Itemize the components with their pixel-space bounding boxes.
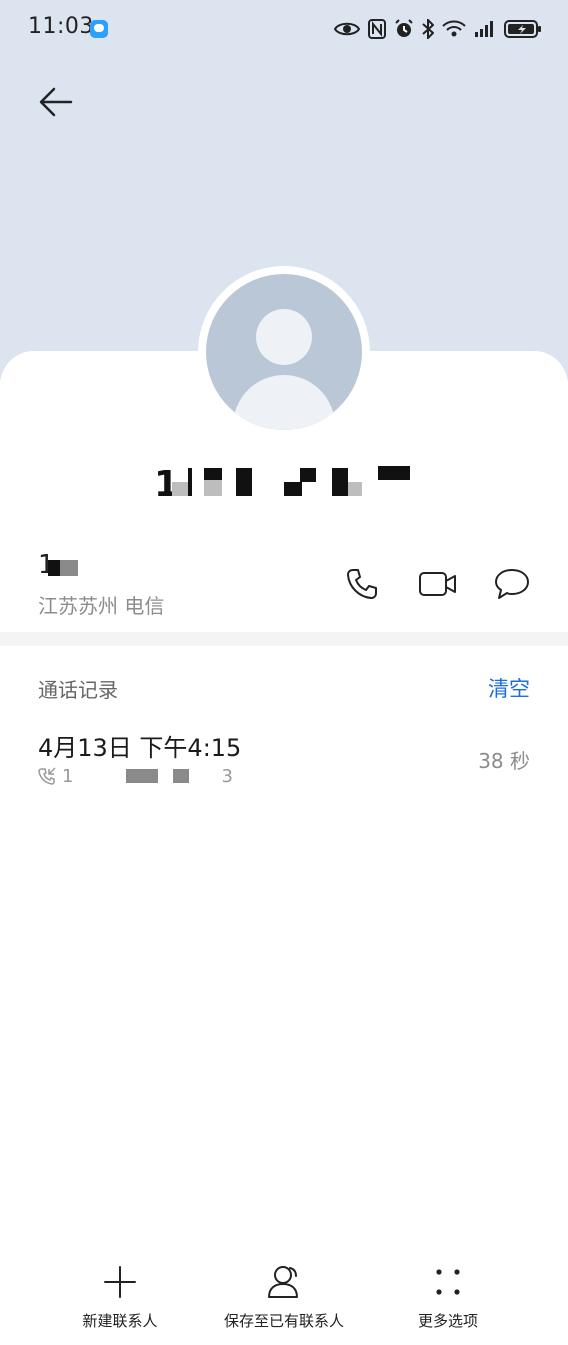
call-number-tail: 3	[221, 765, 233, 787]
status-icons	[334, 15, 542, 43]
back-button[interactable]	[34, 80, 78, 124]
call-log-item[interactable]: 4月13日 下午4:15 1 3 38 秒	[38, 724, 530, 794]
save-to-existing-label: 保存至已有联系人	[223, 1312, 344, 1330]
call-log-title: 通话记录	[38, 678, 118, 702]
more-dots-icon	[436, 1269, 460, 1295]
phone-icon	[347, 569, 377, 599]
contact-card	[0, 351, 568, 1345]
status-bar: 11:03	[0, 0, 568, 56]
status-time: 11:03	[28, 14, 94, 39]
clear-call-log-button[interactable]: 清空	[488, 673, 530, 703]
avatar-body-shape	[233, 375, 335, 430]
alarm-icon	[395, 19, 413, 37]
plus-icon	[104, 1266, 136, 1298]
contact-person-icon	[268, 1266, 298, 1298]
call-duration: 38 秒	[478, 749, 530, 773]
bluetooth-icon	[422, 19, 434, 39]
avatar-head-shape	[256, 309, 312, 365]
more-options-label: 更多选项	[417, 1312, 478, 1330]
wifi-icon	[442, 20, 466, 37]
video-call-icon	[419, 572, 456, 596]
battery-icon	[504, 20, 541, 38]
new-contact-label: 新建联系人	[82, 1312, 158, 1330]
new-contact-button[interactable]: 新建联系人	[80, 1264, 160, 1331]
signal-icon	[475, 21, 493, 37]
bottom-action-bar: 新建联系人 保存至已有联系人 更多选项	[0, 1264, 568, 1344]
nfc-icon	[368, 19, 386, 39]
phone-number-row[interactable]: 1 8 江苏苏州 电信	[38, 548, 530, 624]
eye-icon	[334, 22, 360, 36]
phone-location: 江苏苏州 电信	[38, 594, 165, 618]
incoming-call-icon	[38, 767, 56, 785]
call-button[interactable]	[342, 564, 382, 604]
avatar[interactable]	[206, 274, 362, 430]
save-to-existing-contact-button[interactable]: 保存至已有联系人	[219, 1264, 349, 1331]
back-arrow-icon	[39, 87, 73, 117]
message-icon	[495, 569, 529, 599]
call-datetime: 4月13日 下午4:15	[38, 734, 242, 762]
notification-app-icon	[90, 20, 108, 38]
message-button[interactable]	[492, 564, 532, 604]
video-call-button[interactable]	[416, 564, 460, 604]
section-divider	[0, 632, 568, 646]
call-number: 1	[62, 765, 74, 787]
more-options-button[interactable]: 更多选项	[410, 1264, 486, 1331]
